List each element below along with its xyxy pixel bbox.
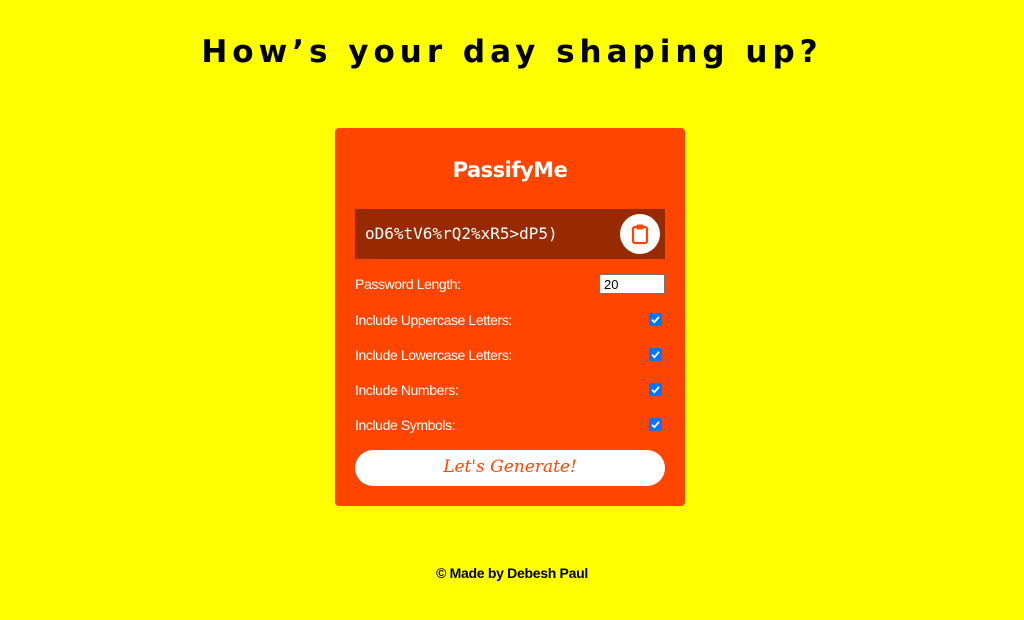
numbers-checkbox[interactable] bbox=[649, 383, 662, 396]
option-uppercase-label: Include Uppercase Letters: bbox=[355, 312, 512, 328]
uppercase-checkbox[interactable] bbox=[649, 313, 662, 326]
clipboard-icon bbox=[631, 224, 649, 245]
option-lowercase-row: Include Lowercase Letters: bbox=[355, 343, 665, 367]
length-row: Password Length: bbox=[355, 272, 665, 296]
option-uppercase-row: Include Uppercase Letters: bbox=[355, 308, 665, 332]
password-generator-card: PassifyMe oD6%tV6%rQ2%xR5>dP5) Password … bbox=[335, 128, 685, 506]
length-label: Password Length: bbox=[355, 276, 461, 292]
option-numbers-label: Include Numbers: bbox=[355, 382, 459, 398]
length-input[interactable] bbox=[599, 274, 665, 294]
page-heading: How’s your day shaping up? bbox=[201, 34, 823, 70]
password-result-box: oD6%tV6%rQ2%xR5>dP5) bbox=[355, 209, 665, 259]
option-symbols-row: Include Symbols: bbox=[355, 413, 665, 437]
generated-password[interactable]: oD6%tV6%rQ2%xR5>dP5) bbox=[365, 209, 558, 259]
footer-credit: © Made by Debesh Paul bbox=[436, 565, 588, 581]
option-symbols-label: Include Symbols: bbox=[355, 417, 456, 433]
symbols-checkbox[interactable] bbox=[649, 418, 662, 431]
option-lowercase-label: Include Lowercase Letters: bbox=[355, 347, 512, 363]
lowercase-checkbox[interactable] bbox=[649, 348, 662, 361]
copy-button[interactable] bbox=[620, 214, 660, 254]
generate-button[interactable]: Let's Generate! bbox=[355, 450, 665, 486]
app-title: PassifyMe bbox=[452, 158, 568, 182]
option-numbers-row: Include Numbers: bbox=[355, 378, 665, 402]
